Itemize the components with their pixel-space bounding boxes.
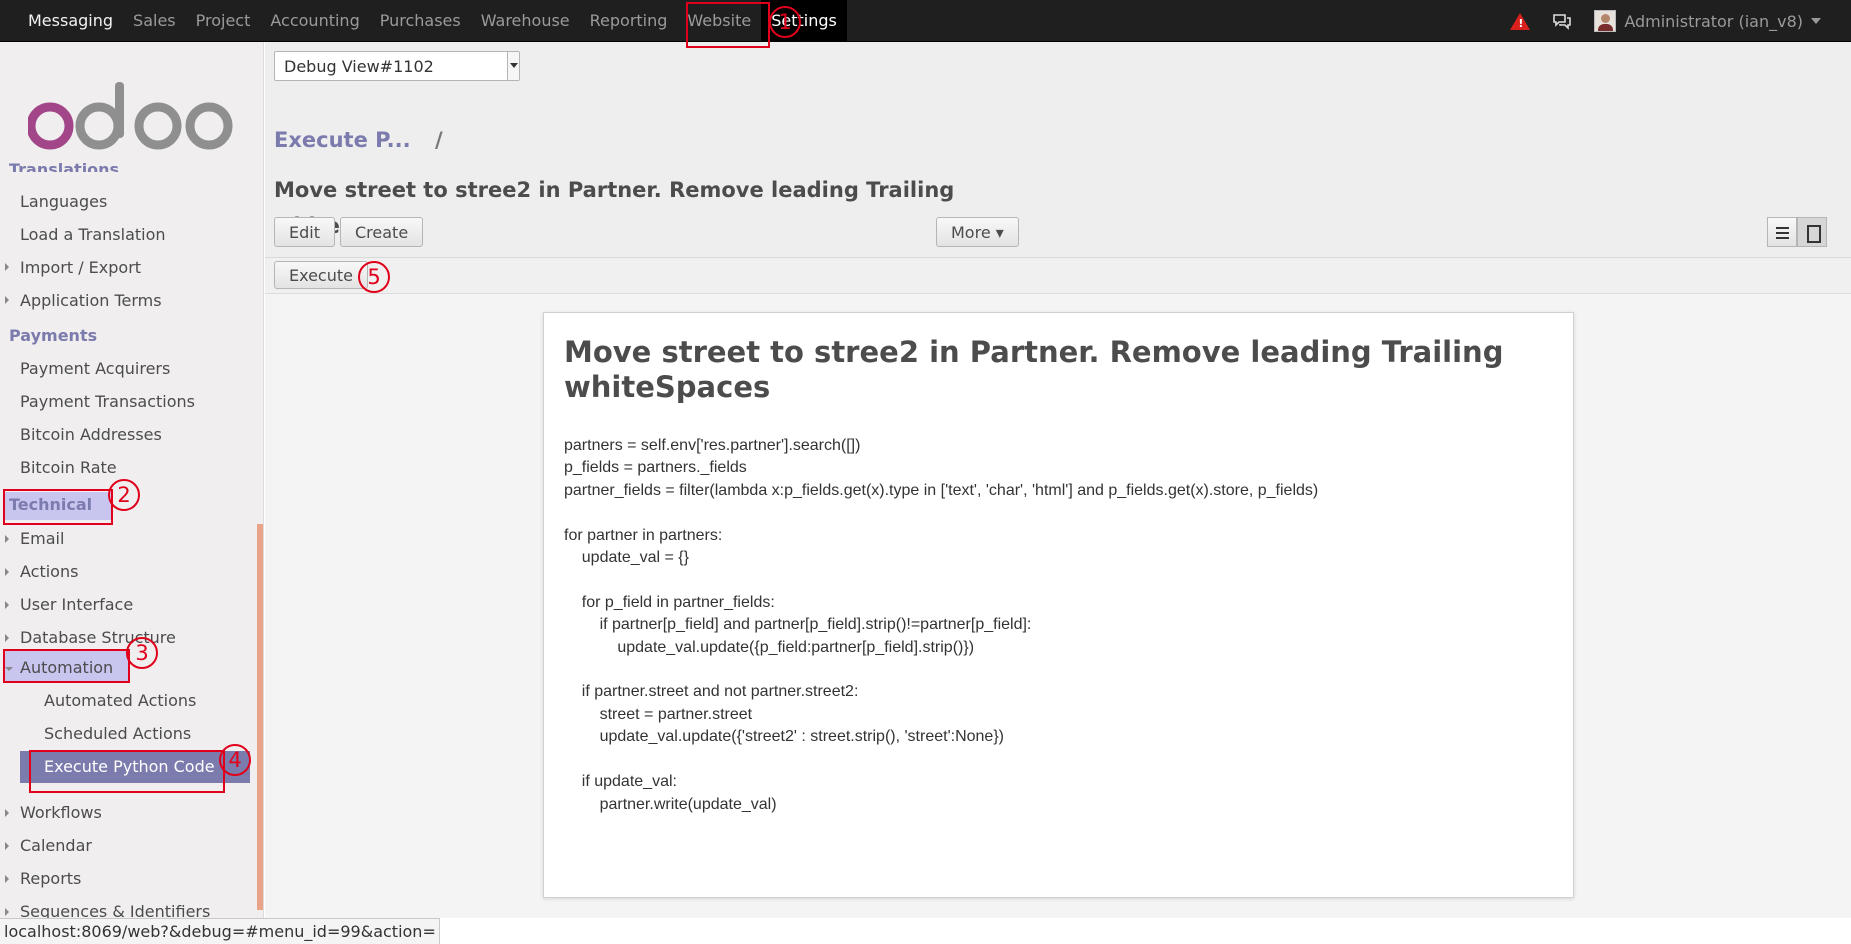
annotation-box-automation xyxy=(3,649,130,683)
warning-symbol: ! xyxy=(1518,16,1524,30)
sidebar-item-actions[interactable]: Actions xyxy=(20,562,78,581)
execute-button[interactable]: Execute xyxy=(274,261,368,289)
edit-button[interactable]: Edit xyxy=(274,217,335,247)
select-arrow-icon xyxy=(507,52,519,80)
caret-right-icon xyxy=(5,601,9,609)
action-bar: Execute xyxy=(265,258,1851,294)
section-payments: Payments xyxy=(9,326,98,345)
sidebar-item-user-interface[interactable]: User Interface xyxy=(20,595,133,614)
sidebar-item-automated-actions[interactable]: Automated Actions xyxy=(44,691,196,710)
caret-right-icon xyxy=(5,634,9,642)
user-name: Administrator (ian_v8) xyxy=(1624,11,1803,31)
annotation-marker-2: 2 xyxy=(108,479,140,511)
sidebar-item-import-export[interactable]: Import / Export xyxy=(20,258,141,277)
sidebar-item-scheduled-actions[interactable]: Scheduled Actions xyxy=(44,724,191,743)
view-switcher xyxy=(1767,217,1827,247)
debug-view-select[interactable]: Debug View#1102 xyxy=(274,51,520,81)
annotation-box-technical xyxy=(3,489,113,525)
sidebar-scrollbar[interactable] xyxy=(257,524,263,910)
menu-purchases[interactable]: Purchases xyxy=(370,0,471,42)
control-panel: Debug View#1102 Execute P... / Move stre… xyxy=(265,42,1851,258)
chat-icon[interactable] xyxy=(1552,13,1572,30)
debug-select-value: Debug View#1102 xyxy=(284,57,434,76)
annotation-marker-4: 4 xyxy=(219,744,251,776)
annotation-marker-1: 1 xyxy=(769,6,801,38)
form-sheet: Move street to stree2 in Partner. Remove… xyxy=(543,312,1574,898)
odoo-logo xyxy=(28,82,233,150)
list-view-icon[interactable] xyxy=(1767,217,1797,247)
caret-right-icon xyxy=(5,535,9,543)
sidebar-item-bitcoin-rate[interactable]: Bitcoin Rate xyxy=(20,458,117,477)
sidebar-item-reports[interactable]: Reports xyxy=(20,869,81,888)
caret-right-icon xyxy=(5,842,9,850)
annotation-marker-5: 5 xyxy=(358,261,390,293)
caret-right-icon xyxy=(5,568,9,576)
menu-project[interactable]: Project xyxy=(186,0,261,42)
top-navbar: Messaging Sales Project Accounting Purch… xyxy=(0,0,1851,42)
annotation-box-execute-python xyxy=(29,750,225,793)
avatar xyxy=(1594,10,1617,32)
user-menu[interactable]: Administrator (ian_v8) xyxy=(1594,10,1821,32)
sidebar-item-payment-transactions[interactable]: Payment Transactions xyxy=(20,392,195,411)
sidebar-item-email[interactable]: Email xyxy=(20,529,64,548)
form-view-icon[interactable] xyxy=(1797,217,1827,247)
menu-warehouse[interactable]: Warehouse xyxy=(471,0,580,42)
annotation-marker-3: 3 xyxy=(126,637,158,669)
caret-right-icon xyxy=(5,875,9,883)
caret-right-icon xyxy=(5,908,9,916)
sidebar-item-languages[interactable]: Languages xyxy=(20,192,107,211)
main-content: Debug View#1102 Execute P... / Move stre… xyxy=(265,42,1851,918)
create-button[interactable]: Create xyxy=(340,217,424,247)
sidebar-item-payment-acquirers[interactable]: Payment Acquirers xyxy=(20,359,170,378)
section-translations: Translations xyxy=(9,160,120,172)
warning-icon[interactable]: ! xyxy=(1510,12,1531,30)
sidebar-item-workflows[interactable]: Workflows xyxy=(20,803,102,822)
annotation-box-settings xyxy=(686,2,770,48)
breadcrumb-separator: / xyxy=(435,128,443,152)
python-code: partners = self.env['res.partner'].searc… xyxy=(564,437,1319,813)
sidebar-item-sequences-identifiers[interactable]: Sequences & Identifiers xyxy=(20,902,210,918)
menu-sales[interactable]: Sales xyxy=(123,0,186,42)
menu-messaging[interactable]: Messaging xyxy=(18,0,123,42)
menu-accounting[interactable]: Accounting xyxy=(260,0,369,42)
caret-right-icon xyxy=(5,263,9,271)
menu-reporting[interactable]: Reporting xyxy=(580,0,678,42)
status-bar-url: localhost:8069/web?&debug=#menu_id=99&ac… xyxy=(0,918,440,944)
sidebar-item-load-translation[interactable]: Load a Translation xyxy=(20,225,166,244)
caret-right-icon xyxy=(5,296,9,304)
sidebar-item-bitcoin-addresses[interactable]: Bitcoin Addresses xyxy=(20,425,162,444)
sidebar-item-calendar[interactable]: Calendar xyxy=(20,836,92,855)
caret-right-icon xyxy=(5,809,9,817)
sheet-title: Move street to stree2 in Partner. Remove… xyxy=(564,335,1504,404)
user-area: ! Administrator (ian_v8) xyxy=(1510,0,1821,42)
caret-down-icon xyxy=(1811,18,1821,24)
sidebar-item-application-terms[interactable]: Application Terms xyxy=(20,291,162,310)
more-button[interactable]: More ▾ xyxy=(936,217,1019,247)
breadcrumb[interactable]: Execute P... xyxy=(274,128,411,152)
